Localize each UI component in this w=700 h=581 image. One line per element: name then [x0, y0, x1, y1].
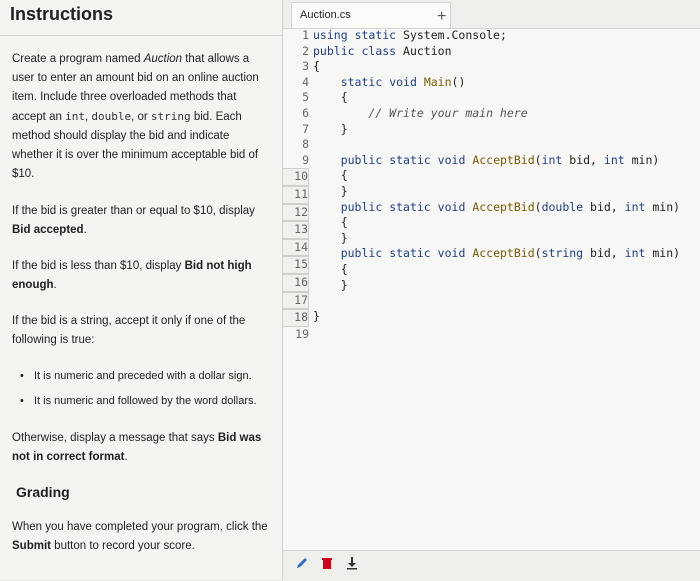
line-number: 10 [283, 168, 309, 186]
line-number: 6 [302, 105, 309, 120]
code-line[interactable]: { [313, 90, 698, 106]
grading-text: When you have completed your program, cl… [12, 521, 268, 552]
line-number: 1 [302, 28, 309, 42]
string-rule-list: • It is numeric and preceded with a dolla… [20, 366, 280, 416]
line-number: 12 [283, 203, 309, 222]
instructions-panel: Instructions Create a program named Auct… [0, 0, 283, 580]
editor-panel: Auction.cs + 1 2 3 4 5 6 7 8 9 10 11 12 … [283, 0, 700, 581]
line-number: 16 [283, 273, 309, 292]
list-item: • It is numeric and preceded with a dolla… [20, 366, 280, 391]
instructions-string-rule: If the bid is a string, accept it only i… [12, 315, 246, 346]
instructions-title: Instructions [10, 4, 114, 24]
line-number: 7 [302, 121, 309, 136]
line-number: 5 [302, 90, 309, 105]
file-tab-label: Auction.cs [300, 9, 351, 21]
code-line[interactable]: } [313, 309, 698, 325]
pencil-icon[interactable] [295, 556, 309, 573]
code-line[interactable]: static void Main() [313, 75, 698, 91]
code-line[interactable]: public class Auction [313, 44, 698, 60]
code-line[interactable] [313, 293, 698, 309]
code-editor[interactable]: 1 2 3 4 5 6 7 8 9 10 11 12 13 14 15 16 1… [283, 28, 700, 550]
add-file-icon[interactable]: + [437, 5, 446, 29]
line-number: 18 [283, 309, 309, 327]
code-line[interactable]: public static void AcceptBid(int bid, in… [313, 153, 698, 169]
code-line[interactable]: public static void AcceptBid(string bid,… [313, 246, 698, 262]
trash-icon[interactable] [321, 556, 333, 573]
code-line[interactable]: } [313, 184, 698, 200]
line-number: 17 [283, 291, 309, 310]
code-lines[interactable]: using static System.Console; public clas… [313, 28, 698, 324]
bullet-icon: • [20, 370, 24, 382]
line-number: 4 [302, 74, 309, 89]
code-line[interactable]: } [313, 231, 698, 247]
code-line[interactable]: { [313, 215, 698, 231]
line-number: 2 [302, 43, 309, 58]
code-line[interactable]: } [313, 122, 698, 138]
line-number: 9 [302, 152, 309, 167]
line-number: 14 [283, 238, 309, 257]
double-keyword: double [91, 110, 132, 123]
line-number: 3 [302, 59, 309, 74]
string-keyword: string [150, 110, 191, 123]
download-icon[interactable] [345, 556, 359, 573]
line-number: 8 [302, 137, 309, 152]
line-number: 19 [295, 326, 309, 341]
instructions-otherwise: Otherwise, display a message that says B… [12, 432, 262, 463]
line-number: 15 [283, 256, 309, 274]
grading-heading: Grading [16, 484, 70, 500]
instructions-accepted: If the bid is greater than or equal to $… [12, 205, 255, 236]
line-number-gutter: 1 2 3 4 5 6 7 8 9 10 11 12 13 14 15 16 1… [283, 28, 309, 550]
code-line[interactable]: // Write your main here [313, 106, 698, 122]
code-line[interactable] [313, 137, 698, 153]
code-line[interactable]: { [313, 168, 698, 184]
code-line[interactable]: public static void AcceptBid(double bid,… [313, 200, 698, 216]
bullet-icon: • [20, 395, 24, 407]
code-line[interactable]: } [313, 278, 698, 294]
editor-tab-bar: Auction.cs + [283, 0, 700, 29]
line-number: 13 [283, 221, 309, 239]
list-item: • It is numeric and followed by the word … [20, 391, 280, 416]
instructions-intro: Create a program named Auction that allo… [12, 53, 259, 180]
title-divider [0, 35, 282, 36]
int-keyword: int [65, 110, 85, 123]
instructions-not-high: If the bid is less than $10, display Bid… [12, 260, 252, 291]
line-number: 11 [283, 185, 309, 204]
code-line[interactable]: { [313, 59, 698, 75]
editor-toolbar [283, 550, 700, 581]
code-line[interactable]: using static System.Console; [313, 28, 698, 44]
file-tab-auction[interactable]: Auction.cs + [291, 2, 451, 28]
code-line[interactable]: { [313, 262, 698, 278]
